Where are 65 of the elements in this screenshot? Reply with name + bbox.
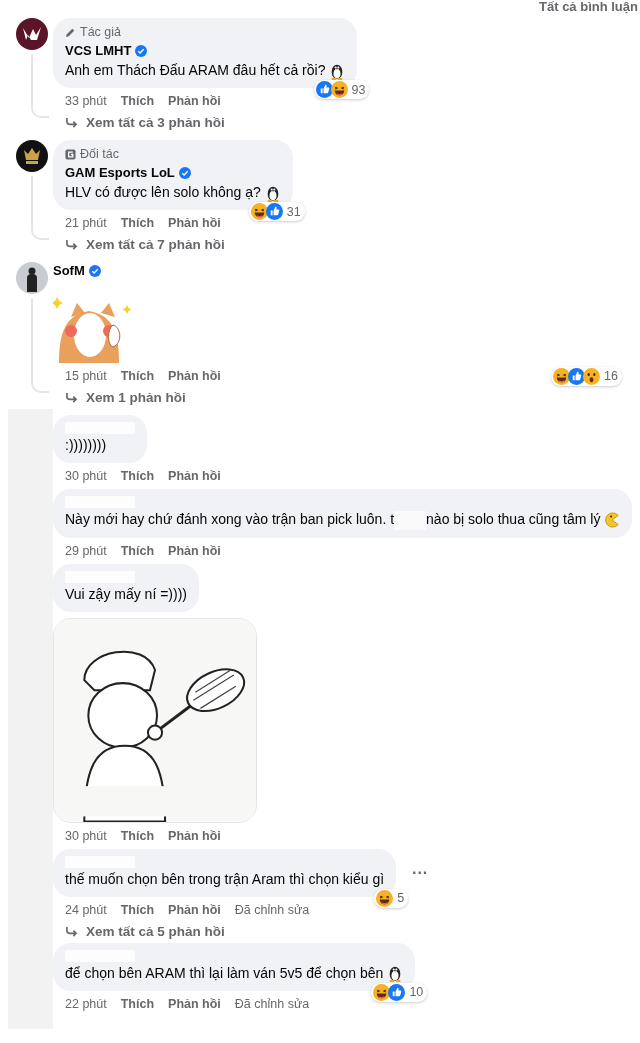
thread-line — [31, 54, 49, 118]
author-name[interactable]: GAM Esports LoL — [65, 164, 175, 181]
like-link[interactable]: Thích — [120, 996, 155, 1011]
like-link[interactable]: Thích — [120, 828, 155, 843]
like-link[interactable]: Thích — [120, 94, 155, 108]
reply-link[interactable]: Phản hồi — [168, 369, 221, 383]
comment-time[interactable]: 30 phút — [65, 469, 107, 483]
view-replies-link[interactable]: Xem tất cả 3 phản hồi — [53, 110, 225, 130]
like-link[interactable]: Thích — [120, 543, 155, 558]
author-name[interactable]: VCS LMHT — [65, 42, 132, 59]
comment-time[interactable]: 29 phút — [65, 543, 107, 558]
view-replies-link[interactable]: Xem tất cả 7 phản hồi — [53, 232, 225, 252]
reply-arrow-icon — [65, 925, 78, 937]
reply-link[interactable]: Phản hồi — [168, 543, 221, 558]
avatar[interactable] — [16, 140, 48, 172]
comment-time[interactable]: 21 phút — [65, 216, 107, 230]
reaction-summary[interactable]: 10 — [371, 982, 428, 1002]
comment-text: Vui zậy mấy ní =)))) — [65, 584, 187, 604]
reaction-count: 5 — [397, 891, 405, 906]
view-replies-link[interactable]: Xem tất cả 5 phản hồi — [53, 918, 225, 939]
badge-label: Đối tác — [80, 147, 119, 161]
more-options-button[interactable]: ··· — [408, 863, 433, 882]
view-replies-link[interactable]: Xem 1 phản hồi — [53, 385, 186, 405]
edited-label: Đã chỉnh sửa — [234, 996, 310, 1011]
reaction-summary[interactable]: 5 — [374, 888, 409, 908]
comment-text: Anh em Thách Đấu ARAM đâu hết cả rồi? — [65, 61, 326, 80]
avatar[interactable] — [16, 18, 48, 50]
reaction-summary[interactable]: 93 — [313, 80, 370, 99]
like-link[interactable]: Thích — [120, 902, 155, 917]
comment-time[interactable]: 22 phút — [65, 996, 107, 1011]
reply-link[interactable]: Phản hồi — [168, 94, 221, 108]
reaction-count: 16 — [604, 369, 618, 383]
comment-time[interactable]: 33 phút — [65, 94, 107, 108]
author-name[interactable]: SofM — [53, 262, 85, 279]
comment-text: để chọn bên ARAM thì lại làm ván 5v5 để chọn bên — [65, 963, 384, 983]
reply-link[interactable]: Phản hồi — [168, 469, 221, 483]
comment-time[interactable]: 30 phút — [65, 828, 107, 843]
reply-arrow-icon — [65, 239, 78, 250]
reply-arrow-icon — [65, 117, 78, 128]
badge-label: Tác giả — [80, 25, 121, 39]
comment-text: HLV có được lên solo không ạ? — [65, 183, 261, 202]
avatar[interactable] — [16, 262, 48, 294]
like-link[interactable]: Thích — [120, 216, 155, 230]
like-link[interactable]: Thích — [120, 369, 155, 383]
comment-text: thế muốn chọn bên trong trận Aram thì chọn kiểu gì — [65, 869, 385, 889]
reply-link[interactable]: Phản hồi — [168, 996, 221, 1011]
reaction-summary[interactable]: 31 — [248, 202, 305, 221]
comment-text: Này mới hay chứ đánh xong vào trận ban pick luôn. t nào bị solo thua cũng tâm lý — [65, 510, 601, 530]
comment-time[interactable]: 24 phút — [65, 902, 107, 917]
reply-link[interactable]: Phản hồi — [168, 828, 221, 843]
reply-arrow-icon — [65, 392, 78, 403]
thread-line — [31, 176, 49, 240]
reply-link[interactable]: Phản hồi — [168, 216, 221, 230]
pen-icon — [65, 26, 76, 38]
reaction-summary[interactable]: 16 — [551, 366, 622, 386]
reply-link[interactable]: Phản hồi — [168, 902, 221, 917]
comment-time[interactable]: 15 phút — [65, 369, 107, 383]
reaction-count: 93 — [351, 82, 366, 97]
sort-dropdown[interactable]: Tất cả bình luận — [537, 0, 640, 14]
reaction-count: 10 — [409, 985, 424, 1000]
like-link[interactable]: Thích — [120, 469, 155, 483]
partner-badge-icon — [65, 148, 76, 160]
edited-label: Đã chỉnh sửa — [234, 902, 310, 917]
comment-text: :)))))))) — [65, 436, 107, 455]
reaction-count: 31 — [286, 204, 301, 219]
